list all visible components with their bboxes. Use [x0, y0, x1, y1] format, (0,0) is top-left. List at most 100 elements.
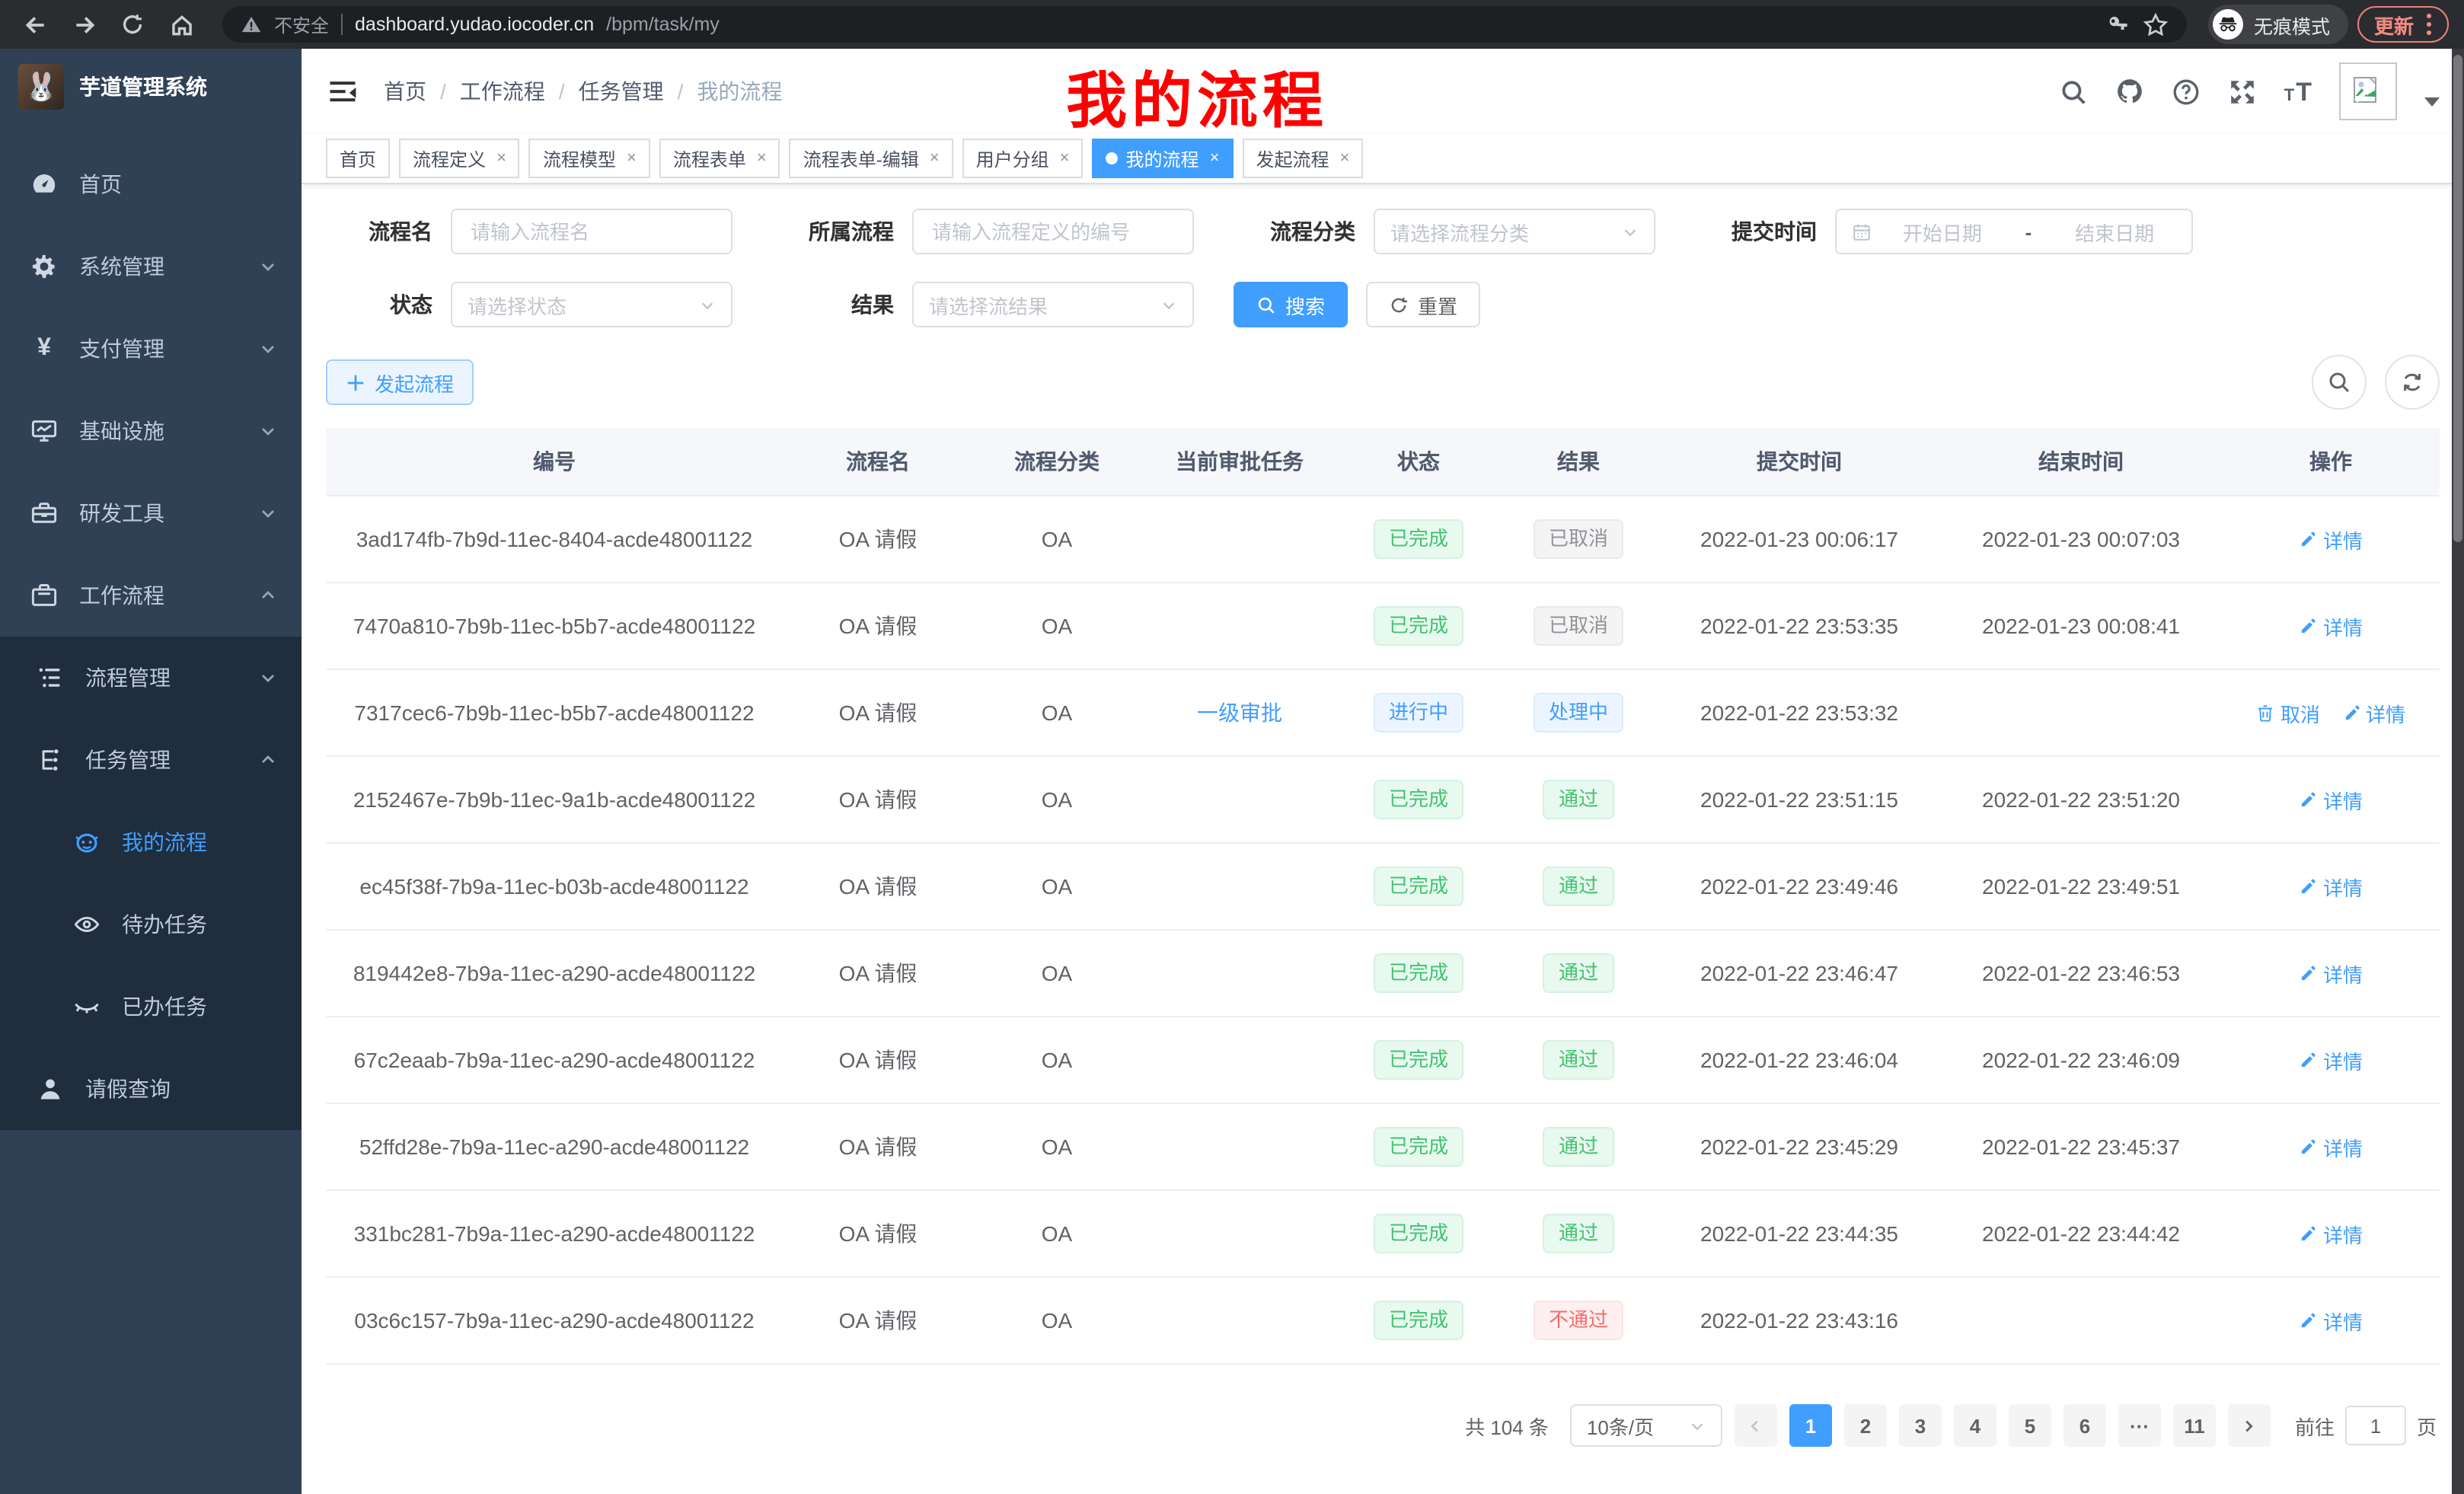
process-name-input-field[interactable] — [468, 219, 716, 244]
security-warning-icon — [241, 14, 262, 35]
detail-link[interactable]: 详情 — [2299, 785, 2363, 814]
sidebar-item-payment[interactable]: ¥ 支付管理 — [0, 308, 302, 390]
page-ellipsis[interactable]: ··· — [2118, 1404, 2161, 1447]
password-key-icon[interactable] — [2106, 12, 2130, 37]
toggle-search-button[interactable] — [2312, 355, 2367, 410]
tab-process-model[interactable]: 流程模型× — [529, 139, 650, 178]
address-bar[interactable]: 不安全 dashboard.yudao.iocoder.cn/bpm/task/… — [222, 6, 2187, 43]
bookmark-star-icon[interactable] — [2143, 11, 2169, 37]
tab-user-group[interactable]: 用户分组× — [962, 139, 1084, 178]
page-size-select[interactable]: 10条/页 — [1570, 1404, 1722, 1447]
breadcrumb-item[interactable]: 首页 — [384, 76, 426, 107]
refresh-table-button[interactable] — [2385, 355, 2440, 410]
tab-my-process[interactable]: 我的流程× — [1093, 139, 1234, 178]
sidebar-item-label: 系统管理 — [79, 251, 164, 282]
category-select[interactable]: 请选择流程分类 — [1374, 209, 1655, 254]
create-process-button[interactable]: 发起流程 — [326, 359, 474, 405]
browser-menu-icon[interactable] — [2426, 12, 2432, 37]
sidebar-item-my-process[interactable]: 我的流程 — [0, 801, 302, 883]
cell-name: OA 请假 — [783, 1017, 973, 1103]
sidebar-toggle-icon[interactable] — [326, 75, 359, 108]
sidebar-item-devtools[interactable]: 研发工具 — [0, 472, 302, 554]
cell-category: OA — [973, 756, 1141, 843]
window-scrollbar[interactable] — [2452, 49, 2464, 1494]
detail-link[interactable]: 详情 — [2299, 1306, 2363, 1335]
col-header-task: 当前审批任务 — [1141, 428, 1339, 496]
date-range-picker[interactable]: 开始日期 - 结束日期 — [1835, 209, 2193, 254]
prev-page-button[interactable] — [1735, 1404, 1777, 1447]
tab-process-form-edit[interactable]: 流程表单-编辑× — [790, 139, 953, 178]
page-button-6[interactable]: 6 — [2063, 1404, 2106, 1447]
process-name-input[interactable] — [451, 209, 732, 254]
page-button-11[interactable]: 11 — [2173, 1404, 2216, 1447]
search-button[interactable]: 搜索 — [1234, 282, 1348, 327]
cancel-link[interactable]: 取消 — [2256, 698, 2320, 727]
detail-link[interactable]: 详情 — [2299, 1219, 2363, 1248]
sidebar-item-process-mgmt[interactable]: 流程管理 — [0, 637, 302, 719]
sidebar-item-done-tasks[interactable]: 已办任务 — [0, 966, 302, 1048]
task-link[interactable]: 一级审批 — [1197, 701, 1282, 725]
detail-link[interactable]: 详情 — [2299, 1045, 2363, 1074]
sidebar-item-label: 研发工具 — [79, 498, 164, 528]
process-definition-input[interactable] — [912, 209, 1194, 254]
close-icon[interactable]: × — [930, 149, 940, 168]
page-button-1[interactable]: 1 — [1789, 1404, 1832, 1447]
close-icon[interactable]: × — [757, 149, 767, 168]
tab-home[interactable]: 首页 — [326, 139, 390, 178]
reload-icon[interactable] — [113, 5, 152, 44]
filter-row-1: 流程名 所属流程 流程分类 请选择流程分类 提交时间 — [326, 209, 2440, 254]
search-icon[interactable] — [2059, 77, 2088, 106]
font-size-icon[interactable]: TT — [2284, 78, 2312, 104]
detail-link[interactable]: 详情 — [2299, 525, 2363, 554]
sidebar-item-task-mgmt[interactable]: 任务管理 — [0, 719, 302, 801]
close-icon[interactable]: × — [627, 149, 637, 168]
forward-icon[interactable] — [64, 5, 104, 44]
close-icon[interactable]: × — [1060, 149, 1070, 168]
sidebar-item-leave-query[interactable]: 请假查询 — [0, 1048, 302, 1130]
pagination-total: 共 104 条 — [1465, 1411, 1549, 1440]
update-button[interactable]: 更新 — [2357, 6, 2449, 43]
detail-link[interactable]: 详情 — [2299, 959, 2363, 988]
avatar-dropdown-icon[interactable] — [2424, 97, 2440, 107]
tab-start-process[interactable]: 发起流程× — [1242, 139, 1363, 178]
breadcrumb-item[interactable]: 工作流程 — [460, 76, 545, 107]
scrollbar-thumb[interactable] — [2453, 55, 2462, 542]
app-logo[interactable]: 🐰 芋道管理系统 — [0, 49, 302, 125]
detail-link[interactable]: 详情 — [2299, 611, 2363, 640]
page-button-2[interactable]: 2 — [1844, 1404, 1887, 1447]
fullscreen-icon[interactable] — [2228, 77, 2257, 106]
next-page-button[interactable] — [2228, 1404, 2271, 1447]
close-icon[interactable]: × — [496, 149, 506, 168]
cell-category: OA — [973, 1103, 1141, 1190]
sidebar-item-workflow[interactable]: 工作流程 — [0, 554, 302, 637]
process-definition-input-field[interactable] — [929, 219, 1177, 244]
close-icon[interactable]: × — [1339, 149, 1349, 168]
back-icon[interactable] — [15, 5, 55, 44]
detail-link[interactable]: 详情 — [2341, 698, 2405, 727]
sidebar-item-home[interactable]: 首页 — [0, 143, 302, 225]
tab-process-form[interactable]: 流程表单× — [659, 139, 780, 178]
col-header-end-time: 结束时间 — [1940, 428, 2222, 496]
detail-link[interactable]: 详情 — [2299, 1132, 2363, 1161]
home-icon[interactable] — [161, 5, 201, 44]
tab-process-definition[interactable]: 流程定义× — [399, 139, 520, 178]
list-tree-icon — [37, 664, 64, 691]
page-button-5[interactable]: 5 — [2009, 1404, 2051, 1447]
page-button-4[interactable]: 4 — [1954, 1404, 1996, 1447]
status-select[interactable]: 请选择状态 — [451, 282, 732, 327]
help-icon[interactable] — [2172, 77, 2201, 106]
category-placeholder: 请选择流程分类 — [1390, 217, 1529, 246]
goto-page-input[interactable] — [2345, 1406, 2406, 1445]
github-icon[interactable] — [2115, 77, 2144, 106]
result-select[interactable]: 请选择流结果 — [912, 282, 1194, 327]
reset-button[interactable]: 重置 — [1366, 282, 1480, 327]
detail-link[interactable]: 详情 — [2299, 872, 2363, 901]
breadcrumb-item[interactable]: 任务管理 — [579, 76, 664, 107]
avatar[interactable] — [2339, 62, 2397, 120]
sidebar-item-infra[interactable]: 基础设施 — [0, 390, 302, 472]
page-button-3[interactable]: 3 — [1899, 1404, 1942, 1447]
close-icon[interactable]: × — [1210, 149, 1220, 168]
cell-category: OA — [973, 496, 1141, 583]
sidebar-item-system[interactable]: 系统管理 — [0, 225, 302, 308]
sidebar-item-todo-tasks[interactable]: 待办任务 — [0, 883, 302, 966]
